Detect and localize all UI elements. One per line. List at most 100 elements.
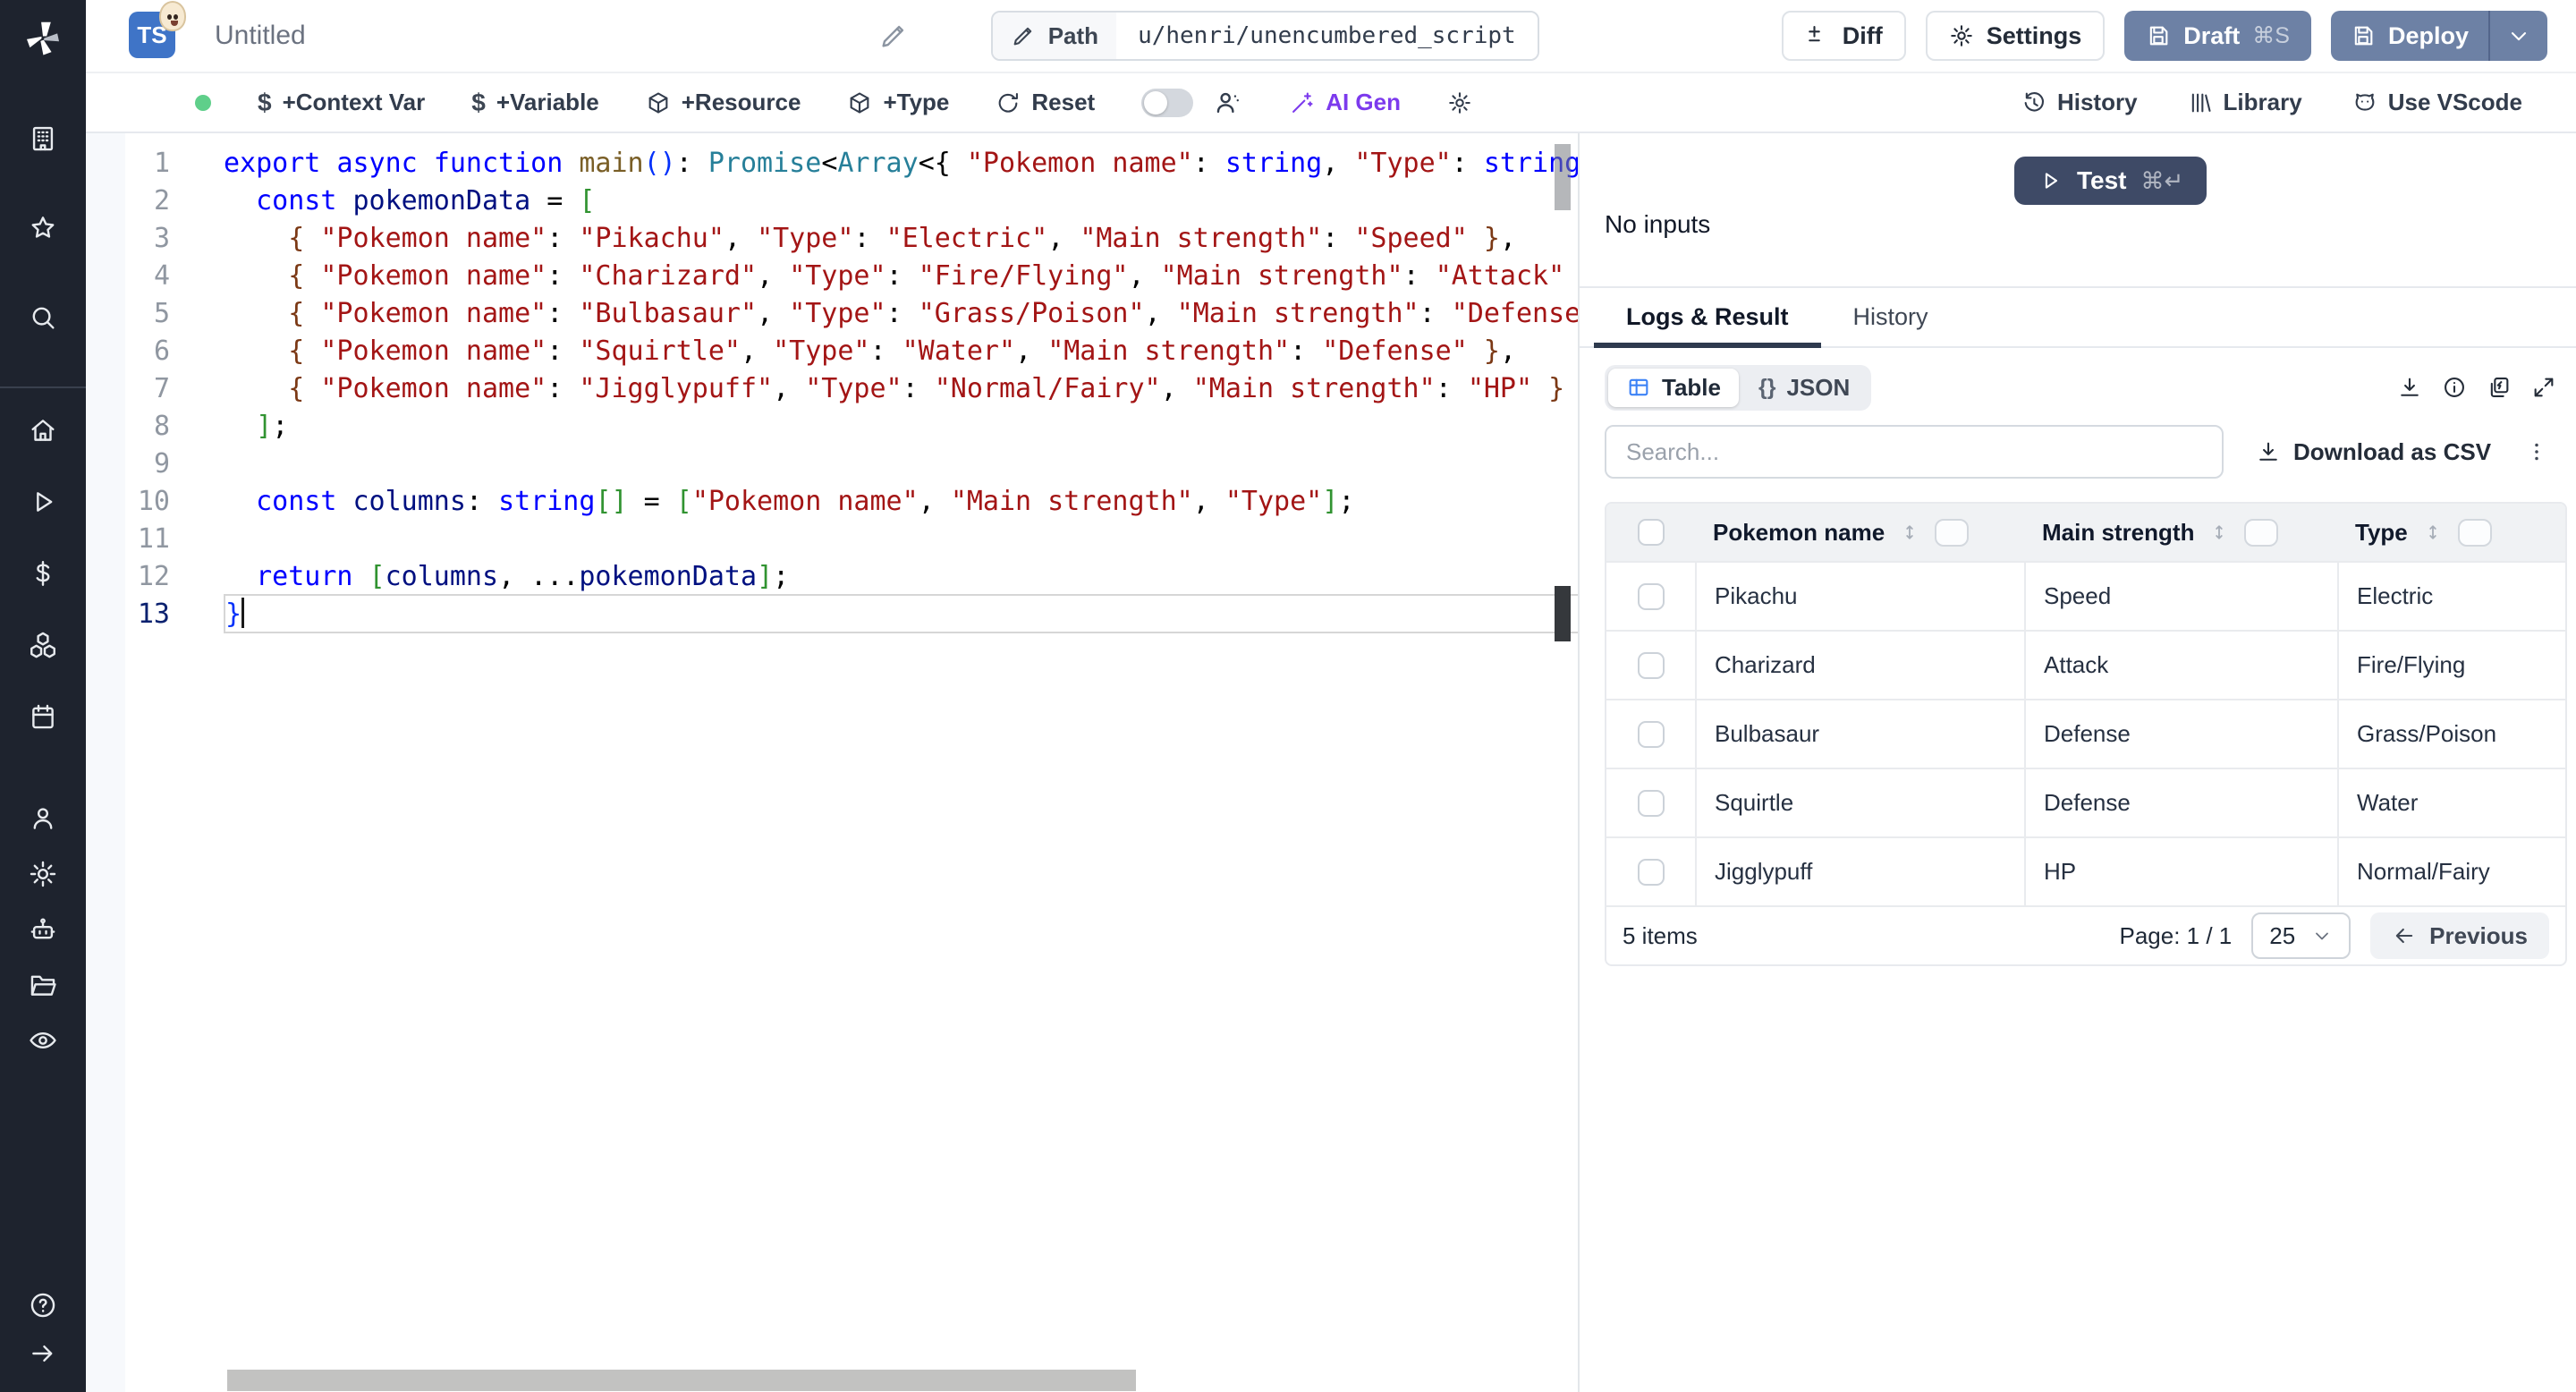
workspace-icon[interactable] (0, 116, 86, 161)
add-type-button[interactable]: +Type (847, 89, 949, 116)
sort-icon[interactable] (2208, 522, 2230, 543)
play-icon (2045, 173, 2058, 189)
code-line[interactable]: 1 export async function main(): Promise<A… (86, 145, 1578, 182)
audit-logs-eye-icon[interactable] (0, 1018, 86, 1063)
save-icon (2354, 26, 2373, 46)
table-cell: Water (2337, 769, 2565, 836)
windmill-logo[interactable] (0, 13, 86, 63)
code-line[interactable]: 12 return [columns, ...pokemonData]; (86, 558, 1578, 596)
home-icon[interactable] (0, 408, 86, 453)
table-row[interactable]: Squirtle Defense Water (1606, 768, 2565, 836)
download-csv-button[interactable]: Download as CSV (2256, 438, 2491, 466)
table-row[interactable]: Jigglypuff HP Normal/Fairy (1606, 836, 2565, 905)
table-row[interactable]: Bulbasaur Defense Grass/Poison (1606, 699, 2565, 768)
info-icon[interactable] (2442, 375, 2467, 400)
dollar-icon: $ (258, 88, 272, 116)
settings-button[interactable]: Settings (1925, 11, 2106, 61)
scrollbar-thumb[interactable] (1555, 144, 1571, 210)
sort-icon[interactable] (2422, 522, 2444, 543)
folders-icon[interactable] (0, 963, 86, 1007)
row-checkbox[interactable] (1637, 651, 1665, 679)
row-checkbox[interactable] (1637, 789, 1665, 817)
add-resource-button[interactable]: +Resource (646, 89, 801, 116)
view-json-chip[interactable]: {} JSON (1741, 369, 1868, 407)
download-result-icon[interactable] (2397, 375, 2422, 400)
test-button[interactable]: Test ⌘↵ (2014, 157, 2207, 205)
view-table-chip[interactable]: Table (1608, 368, 1739, 407)
table-row[interactable]: Pikachu Speed Electric (1606, 561, 2565, 630)
code-line[interactable]: 8 ]; (86, 408, 1578, 446)
editor-horizontal-scrollbar[interactable] (86, 1369, 1578, 1392)
deploy-button[interactable]: Deploy (2331, 11, 2488, 61)
column-label: Type (2355, 518, 2408, 546)
magic-wand-icon (1292, 91, 1313, 113)
draft-button[interactable]: Draft ⌘S (2124, 11, 2311, 61)
expand-fullscreen-icon[interactable] (2531, 375, 2556, 400)
code-line[interactable]: 9 (86, 446, 1578, 483)
select-all-checkbox[interactable] (1637, 519, 1665, 546)
search-input[interactable]: Search... (1605, 425, 2224, 479)
editor-settings-gear[interactable] (1447, 90, 1472, 115)
previous-page-button[interactable]: Previous (2370, 912, 2549, 959)
add-variable-button[interactable]: $ +Variable (471, 89, 599, 117)
row-checkbox[interactable] (1637, 720, 1665, 748)
code-line[interactable]: 5 { "Pokemon name": "Bulbasaur", "Type":… (86, 295, 1578, 333)
more-options-kebab-icon[interactable] (2524, 439, 2549, 464)
code-line[interactable]: 7 { "Pokemon name": "Jigglypuff", "Type"… (86, 370, 1578, 408)
schedules-calendar-icon[interactable] (0, 694, 86, 739)
script-title: Untitled (215, 21, 306, 50)
search-icon[interactable] (0, 295, 86, 340)
column-label: Pokemon name (1713, 518, 1885, 546)
ai-gen-button[interactable]: AI Gen (1290, 89, 1401, 116)
code-line[interactable]: 3 { "Pokemon name": "Pikachu", "Type": "… (86, 220, 1578, 258)
history-button[interactable]: History (2021, 89, 2138, 116)
edit-summary-pencil-icon[interactable] (878, 21, 909, 51)
path-field[interactable]: Path u/henri/unencumbered_script (990, 11, 1539, 61)
deploy-options-chevron[interactable] (2490, 11, 2547, 61)
tab-logs-result[interactable]: Logs & Result (1594, 288, 1821, 348)
reset-icon (999, 92, 1019, 113)
collaboration-toggle[interactable] (1141, 88, 1194, 117)
column-checkbox[interactable] (2457, 518, 2492, 547)
expand-sidebar-arrow-icon[interactable] (0, 1331, 86, 1376)
page-size-select[interactable]: 25 (2251, 912, 2351, 959)
code-lines[interactable]: 1 export async function main(): Promise<A… (86, 145, 1578, 633)
run-panel-top: Test ⌘↵ No inputs (1580, 133, 2576, 288)
row-checkbox[interactable] (1637, 582, 1665, 610)
typescript-bun-badge[interactable]: TS (129, 1, 186, 60)
resources-boxes-icon[interactable] (0, 623, 86, 667)
copy-clipboard-icon[interactable] (2487, 375, 2512, 400)
table-row[interactable]: Charizard Attack Fire/Flying (1606, 630, 2565, 699)
line-number: 9 (153, 448, 170, 480)
add-context-var-button[interactable]: $ +Context Var (258, 89, 425, 117)
column-checkbox[interactable] (2244, 518, 2279, 547)
code-line[interactable]: 10 const columns: string[] = ["Pokemon n… (86, 483, 1578, 521)
scrollbar-thumb[interactable] (227, 1370, 1136, 1391)
reset-button[interactable]: Reset (996, 89, 1095, 116)
line-number: 6 (153, 335, 170, 367)
table-grid-icon (1629, 378, 1648, 396)
runs-play-icon[interactable] (0, 480, 86, 524)
table-cell: HP (2024, 838, 2337, 905)
use-vscode-button[interactable]: Use VScode (2352, 89, 2522, 116)
variables-dollar-icon[interactable] (0, 551, 86, 596)
user-icon[interactable] (0, 796, 86, 841)
library-button[interactable]: Library (2188, 89, 2302, 116)
diff-button[interactable]: Diff (1781, 11, 1906, 61)
code-line[interactable]: 6 { "Pokemon name": "Squirtle", "Type": … (86, 333, 1578, 370)
code-line[interactable]: 11 (86, 521, 1578, 558)
favorites-star-icon[interactable] (0, 206, 86, 250)
help-icon[interactable] (0, 1283, 86, 1328)
library-icon (2191, 93, 2211, 112)
row-checkbox[interactable] (1637, 858, 1665, 886)
editor-vertical-scrollbar[interactable] (1555, 133, 1571, 1369)
settings-gear-icon[interactable] (0, 852, 86, 896)
tab-history[interactable]: History (1821, 288, 1961, 346)
code-line[interactable]: 4 { "Pokemon name": "Charizard", "Type":… (86, 258, 1578, 295)
code-line[interactable]: 2 const pokemonData = [ (86, 182, 1578, 220)
sort-icon[interactable] (1899, 522, 1920, 543)
code-editor[interactable]: 1 export async function main(): Promise<A… (86, 133, 1578, 1392)
column-checkbox[interactable] (1935, 518, 1970, 547)
code-line[interactable]: 13} (86, 594, 1578, 633)
workers-robot-icon[interactable] (0, 907, 86, 952)
